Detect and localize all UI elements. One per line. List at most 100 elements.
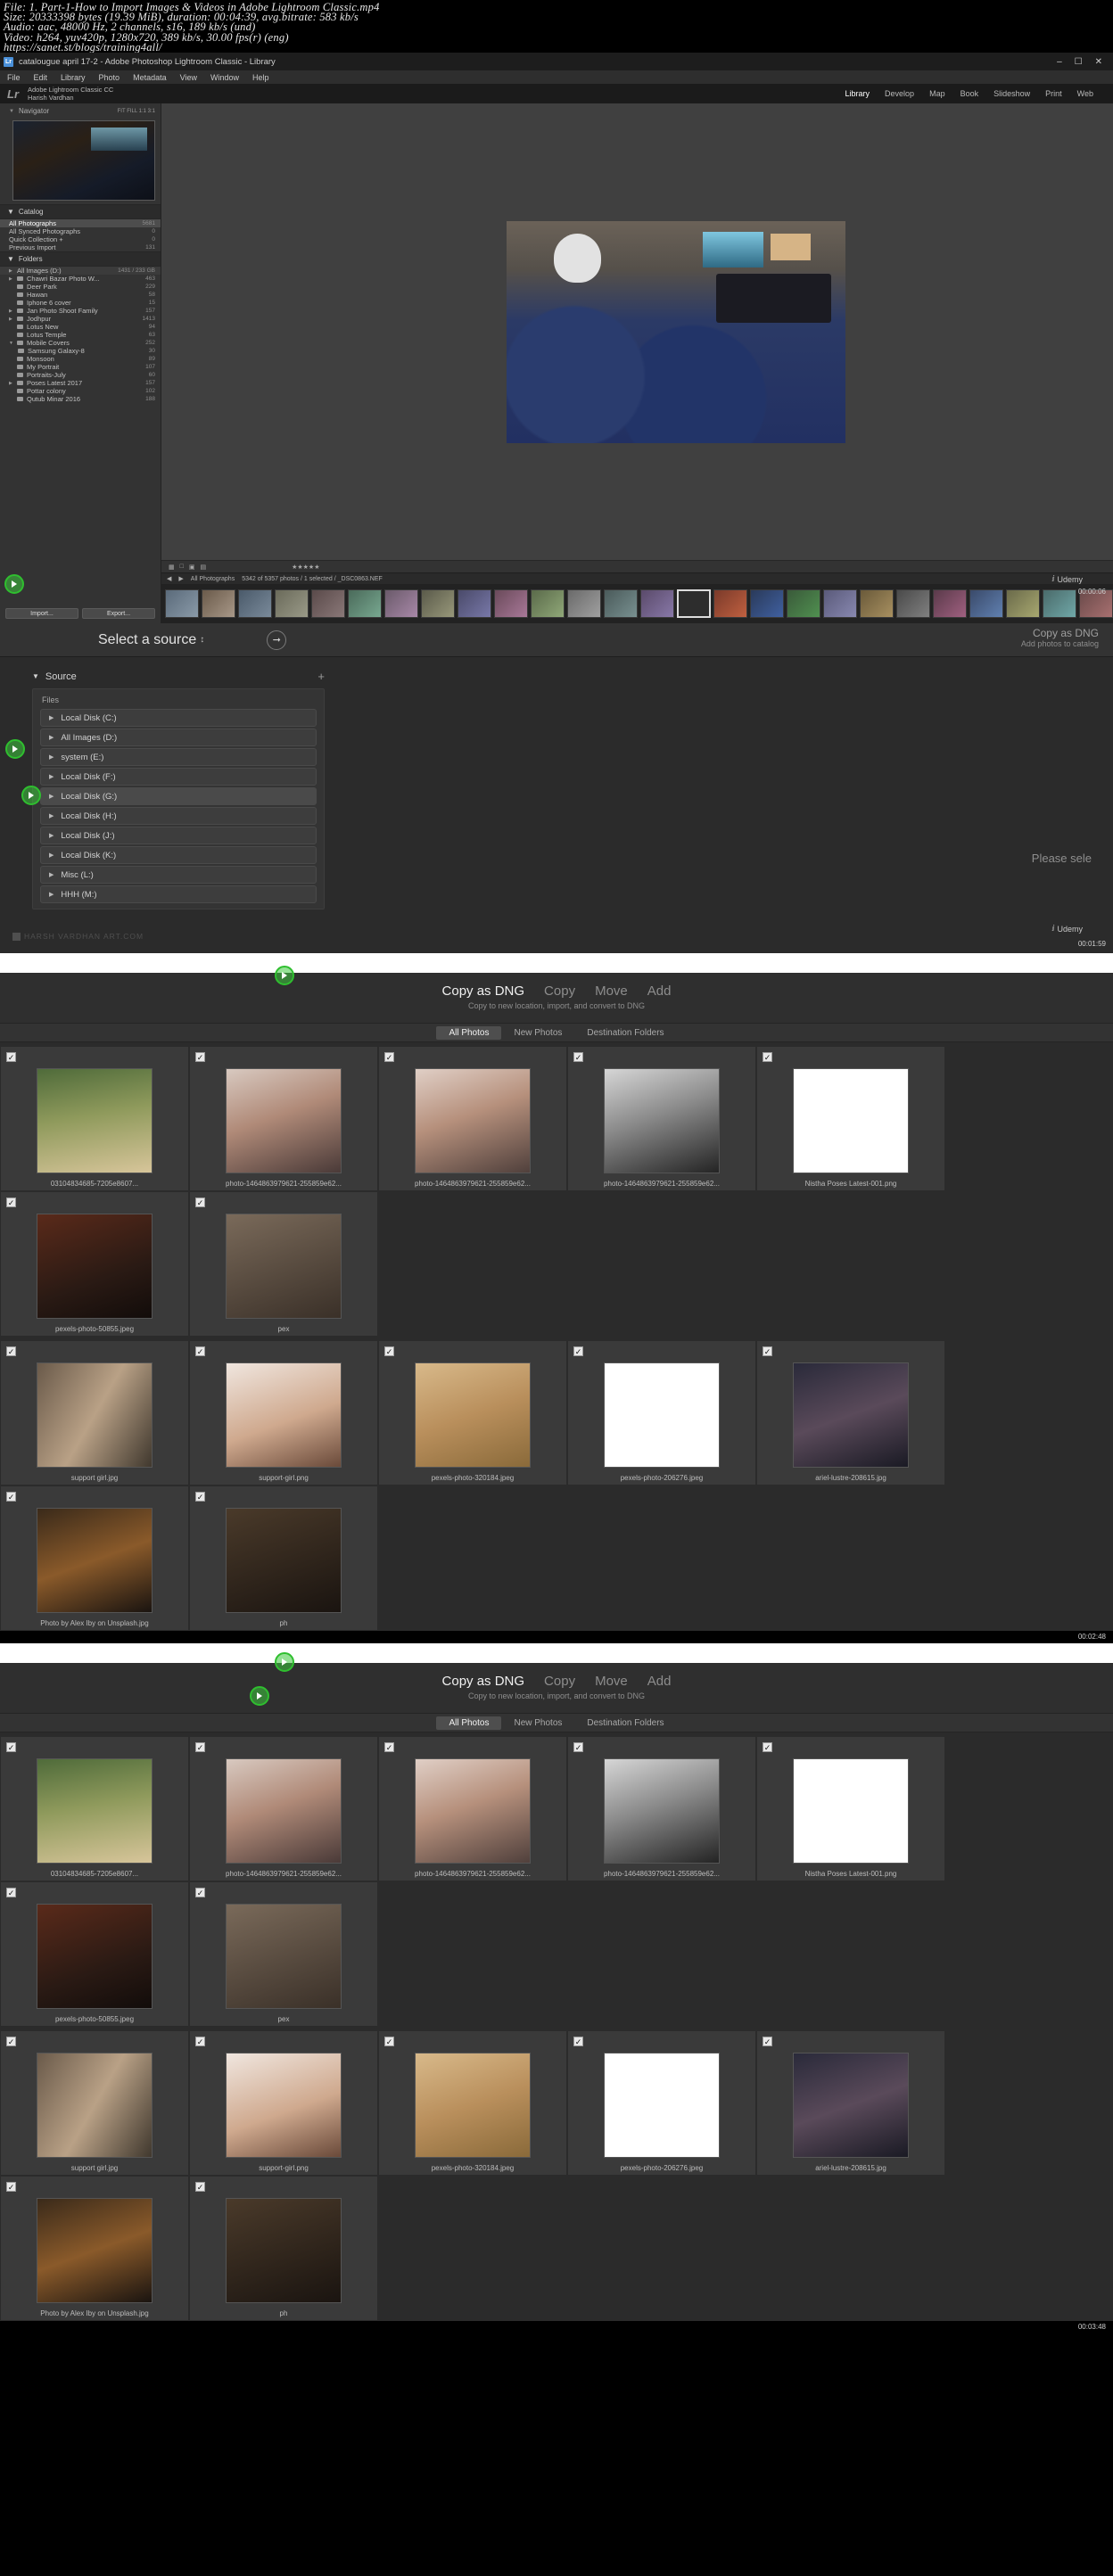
- minimize-icon[interactable]: –: [1057, 57, 1062, 67]
- grid-cell[interactable]: ✓ ariel-lustre-208615.jpg: [756, 1340, 945, 1486]
- cell-thumbnail[interactable]: [226, 2052, 342, 2158]
- menu-library[interactable]: Library: [61, 73, 86, 82]
- cell-checkbox[interactable]: ✓: [384, 2037, 394, 2047]
- source-panel-header[interactable]: ▼ Source +: [32, 670, 325, 683]
- folder-row[interactable]: ▶ Chawri Bazar Photo W... 463: [0, 275, 161, 283]
- filmstrip-thumb-selected[interactable]: [677, 589, 711, 619]
- drive-system-e[interactable]: ▶ system (E:): [40, 748, 317, 767]
- cell-thumbnail[interactable]: [37, 2052, 153, 2158]
- cell-thumbnail[interactable]: [37, 1903, 153, 2009]
- cell-thumbnail[interactable]: [226, 1507, 342, 1613]
- cell-thumbnail[interactable]: [604, 1362, 720, 1468]
- filmstrip-thumb[interactable]: [896, 589, 930, 619]
- loupe-stage[interactable]: [161, 103, 1113, 561]
- folder-row[interactable]: Lotus New 94: [0, 323, 161, 331]
- menu-metadata[interactable]: Metadata: [133, 73, 167, 82]
- navigator-header[interactable]: ▼ Navigator FIT FILL 1:1 3:1: [0, 103, 161, 117]
- mode-copy[interactable]: Copy: [544, 983, 575, 999]
- cell-checkbox[interactable]: ✓: [195, 2182, 205, 2193]
- chevron-right-icon[interactable]: ▶: [9, 317, 13, 322]
- grid-cell[interactable]: ✓ photo-1464863979621-255859e62...: [378, 1046, 567, 1192]
- chevron-right-icon[interactable]: ▶: [49, 753, 54, 761]
- grid-cell[interactable]: ✓ Photo by Alex Iby on Unsplash.jpg: [0, 2176, 189, 2322]
- filmstrip-nav-back-icon[interactable]: ◀: [167, 575, 171, 582]
- menu-window[interactable]: Window: [210, 73, 239, 82]
- tab-destination-folders[interactable]: Destination Folders: [574, 1716, 676, 1730]
- cell-checkbox[interactable]: ✓: [195, 1888, 205, 1898]
- mode-copy[interactable]: Copy: [544, 1674, 575, 1689]
- cell-checkbox[interactable]: ✓: [573, 1052, 583, 1063]
- folder-row[interactable]: ▶ Jan Photo Shoot Family 157: [0, 307, 161, 315]
- folder-row[interactable]: ▼ Mobile Covers 252: [0, 339, 161, 347]
- loupe-view-icon[interactable]: □: [180, 564, 184, 570]
- chevron-right-icon[interactable]: ▶: [49, 793, 54, 800]
- filmstrip-thumb[interactable]: [202, 589, 235, 619]
- grid-cell[interactable]: ✓ 03104834685-7205e8607...: [0, 1736, 189, 1882]
- cell-checkbox[interactable]: ✓: [6, 2037, 16, 2047]
- source-chevron-icon[interactable]: ↕: [200, 635, 204, 645]
- mode-move[interactable]: Move: [595, 983, 628, 999]
- cell-thumbnail[interactable]: [415, 1067, 531, 1173]
- drive-local-disk-c[interactable]: ▶ Local Disk (C:): [40, 709, 317, 728]
- cell-checkbox[interactable]: ✓: [763, 1742, 772, 1753]
- cell-checkbox[interactable]: ✓: [6, 2182, 16, 2193]
- grid-cell[interactable]: ✓ photo-1464863979621-255859e62...: [378, 1736, 567, 1882]
- cell-checkbox[interactable]: ✓: [573, 2037, 583, 2047]
- navigator-zoom-options[interactable]: FIT FILL 1:1 3:1: [118, 109, 155, 114]
- folder-row[interactable]: Qutub Minar 2016 188: [0, 395, 161, 403]
- cell-thumbnail[interactable]: [37, 1362, 153, 1468]
- mode-move[interactable]: Move: [595, 1674, 628, 1689]
- cell-thumbnail[interactable]: [793, 1757, 909, 1864]
- navigator-preview[interactable]: [12, 120, 155, 202]
- mode-add[interactable]: Add: [647, 1674, 672, 1689]
- cell-thumbnail[interactable]: [415, 1757, 531, 1864]
- cell-checkbox[interactable]: ✓: [6, 1742, 16, 1753]
- filmstrip-thumb[interactable]: [421, 589, 455, 619]
- add-source-icon[interactable]: +: [317, 670, 325, 683]
- close-icon[interactable]: ✕: [1095, 57, 1102, 67]
- chevron-right-icon[interactable]: ▶: [49, 871, 54, 878]
- filmstrip-thumb[interactable]: [275, 589, 309, 619]
- mode-copy-as-dng[interactable]: Copy as DNG: [442, 1674, 525, 1689]
- cell-thumbnail[interactable]: [226, 1757, 342, 1864]
- cell-thumbnail[interactable]: [37, 1757, 153, 1864]
- cell-checkbox[interactable]: ✓: [763, 2037, 772, 2047]
- cell-thumbnail[interactable]: [604, 1067, 720, 1173]
- cell-thumbnail[interactable]: [793, 1067, 909, 1173]
- grid-cell[interactable]: ✓ support-girl.png: [189, 2030, 378, 2177]
- filmstrip-thumb[interactable]: [348, 589, 382, 619]
- chevron-right-icon[interactable]: ▶: [49, 832, 54, 839]
- chevron-right-icon[interactable]: ▶: [49, 852, 54, 859]
- grid-cell[interactable]: ✓ photo-1464863979621-255859e62...: [567, 1046, 756, 1192]
- cell-checkbox[interactable]: ✓: [195, 2037, 205, 2047]
- cell-thumbnail[interactable]: [226, 2197, 342, 2303]
- grid-cell[interactable]: ✓ pexels-photo-320184.jpeg: [378, 1340, 567, 1486]
- module-web[interactable]: Web: [1077, 89, 1093, 98]
- drive-local-disk-g[interactable]: ▶ Local Disk (G:): [40, 787, 317, 806]
- cell-checkbox[interactable]: ✓: [384, 1052, 394, 1063]
- filmstrip-thumb[interactable]: [933, 589, 967, 619]
- folder-row[interactable]: Portraits-July 60: [0, 371, 161, 379]
- module-slideshow[interactable]: Slideshow: [993, 89, 1030, 98]
- folder-row[interactable]: Monsoon 89: [0, 355, 161, 363]
- folders-volume-row[interactable]: ▶ All Images (D:) 1431 / 233 GB: [0, 267, 161, 276]
- grid-cell[interactable]: ✓ Nistha Poses Latest-001.png: [756, 1736, 945, 1882]
- filmstrip-thumb[interactable]: [787, 589, 820, 619]
- module-library[interactable]: Library: [845, 89, 870, 98]
- cell-thumbnail[interactable]: [415, 2052, 531, 2158]
- grid-cell[interactable]: ✓ pex: [189, 1881, 378, 2028]
- cell-checkbox[interactable]: ✓: [384, 1742, 394, 1753]
- filmstrip-thumb[interactable]: [494, 589, 528, 619]
- grid-cell[interactable]: ✓ Nistha Poses Latest-001.png: [756, 1046, 945, 1192]
- cell-checkbox[interactable]: ✓: [195, 1492, 205, 1502]
- folder-row[interactable]: Iphone 6 cover 15: [0, 299, 161, 307]
- filmstrip-thumb[interactable]: [823, 589, 857, 619]
- folder-row[interactable]: ▶ Jodhpur 1413: [0, 315, 161, 323]
- chevron-down-icon[interactable]: ▼: [9, 341, 13, 346]
- filmstrip-thumb[interactable]: [713, 589, 747, 619]
- module-develop[interactable]: Develop: [885, 89, 914, 98]
- cell-checkbox[interactable]: ✓: [6, 1888, 16, 1898]
- grid-cell[interactable]: ✓ photo-1464863979621-255859e62...: [567, 1736, 756, 1882]
- grid-cell[interactable]: ✓ ariel-lustre-208615.jpg: [756, 2030, 945, 2177]
- chevron-right-icon[interactable]: ▶: [49, 891, 54, 898]
